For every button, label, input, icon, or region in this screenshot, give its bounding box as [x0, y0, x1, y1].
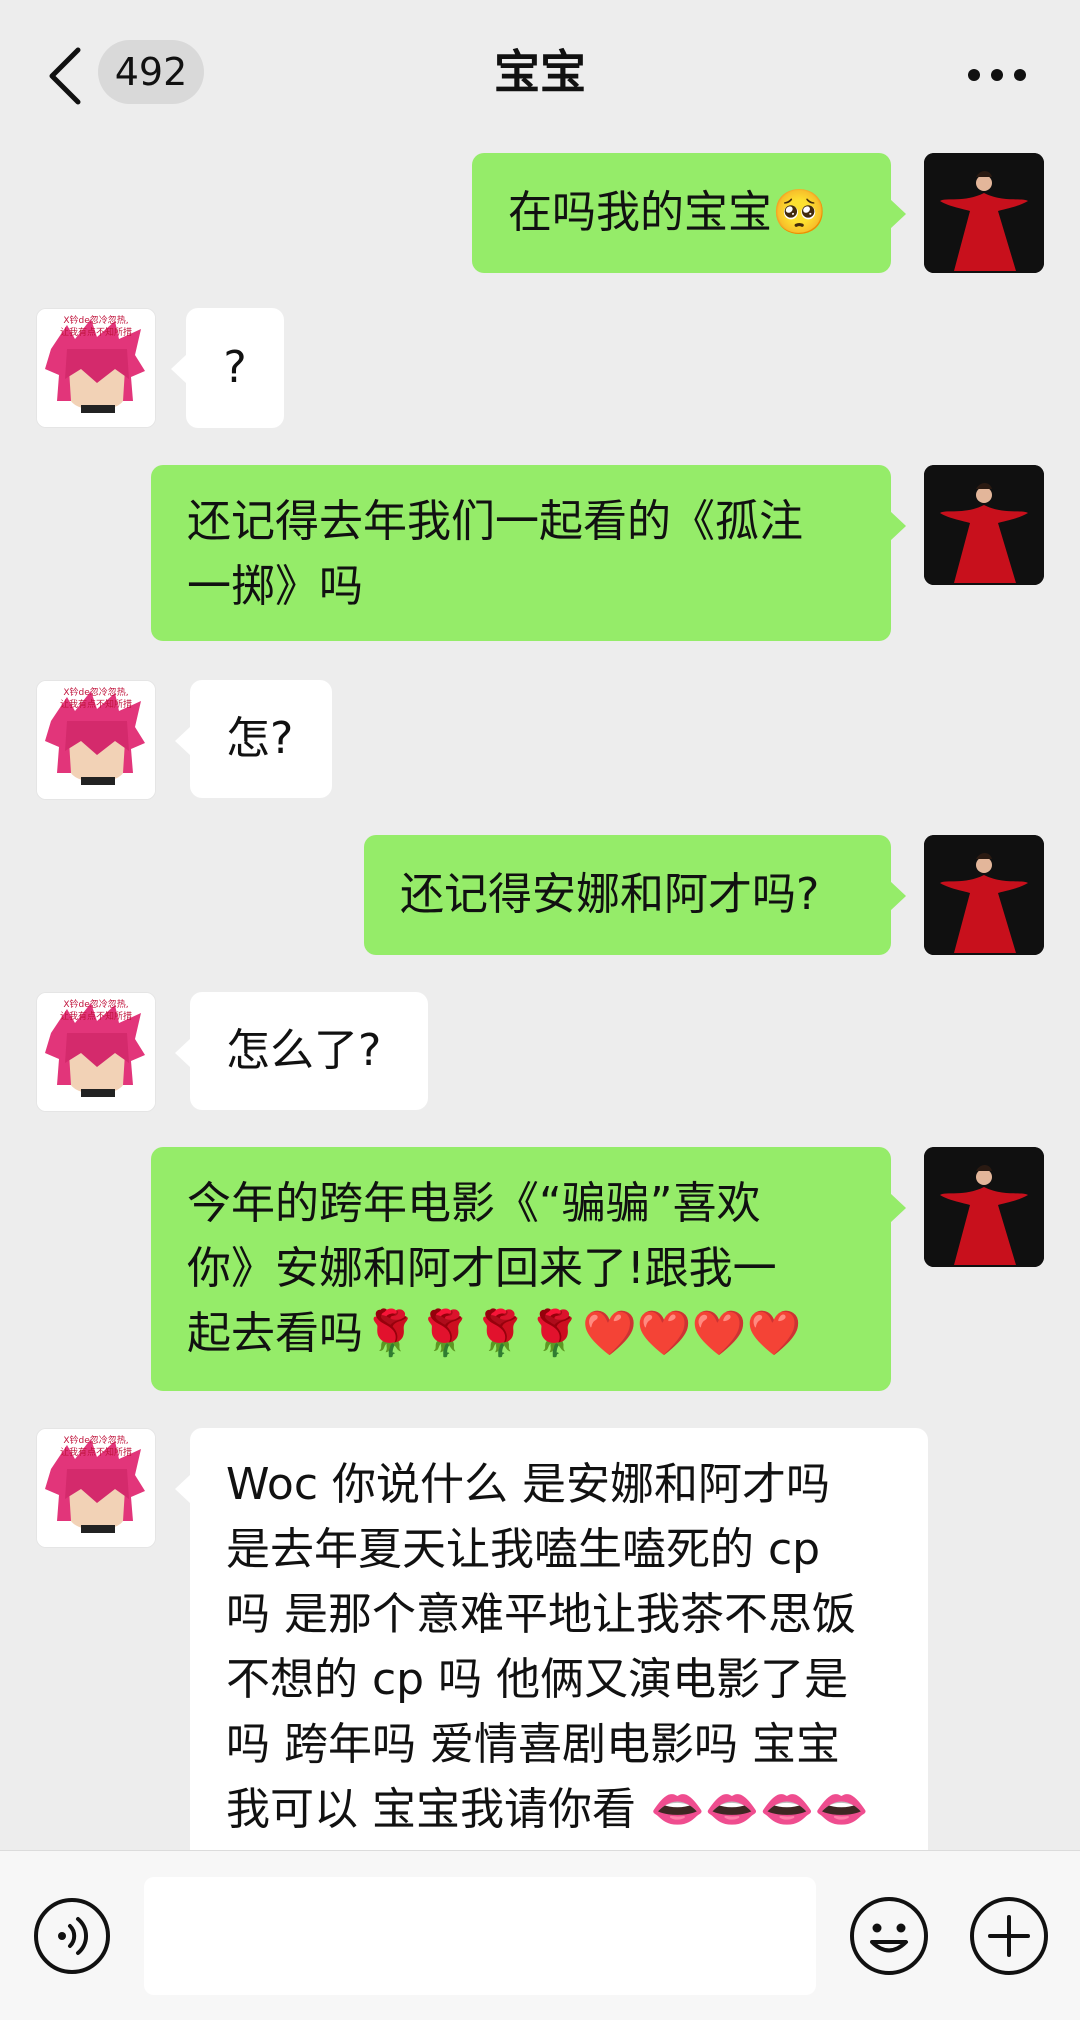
svg-text:让我有点不知所措: 让我有点不知所措	[60, 326, 132, 338]
svg-text:X钤de忽冷忽热,: X钤de忽冷忽热,	[63, 998, 128, 1010]
my-avatar[interactable]	[924, 465, 1044, 585]
message-text: 今年的跨年电影《“骗骗”喜欢 你》安娜和阿才回来了!跟我一 起去看吗🌹🌹🌹🌹❤️…	[187, 1178, 802, 1359]
svg-text:让我有点不知所措: 让我有点不知所措	[60, 1010, 132, 1022]
more-icon-dot	[991, 69, 1003, 81]
message-text: Woc 你说什么 是安娜和阿才吗 是去年夏天让我嗑生嗑死的 cp 吗 是那个意难…	[226, 1459, 870, 1835]
my-avatar[interactable]	[924, 1147, 1044, 1267]
message-input[interactable]	[144, 1877, 816, 1995]
message-text: 还记得去年我们一起看的《孤注 一掷》吗	[187, 496, 803, 612]
svg-text:让我有点不知所措: 让我有点不知所措	[60, 1446, 132, 1458]
message-text: ?	[223, 342, 247, 393]
message-text: 在吗我的宝宝🥺	[508, 187, 827, 238]
contact-avatar[interactable]: X钤de忽冷忽热, 让我有点不知所措	[36, 992, 156, 1112]
unread-count-badge[interactable]: 492	[98, 40, 204, 104]
back-button[interactable]	[44, 44, 84, 108]
more-button[interactable]	[962, 55, 1032, 95]
message-text: 还记得安娜和阿才吗?	[400, 869, 820, 920]
message-bubble-sent[interactable]: 今年的跨年电影《“骗骗”喜欢 你》安娜和阿才回来了!跟我一 起去看吗🌹🌹🌹🌹❤️…	[151, 1147, 906, 1391]
svg-text:X钤de忽冷忽热,: X钤de忽冷忽热,	[63, 1434, 128, 1446]
my-avatar[interactable]	[924, 835, 1044, 955]
emoji-button[interactable]	[848, 1895, 928, 1975]
contact-avatar[interactable]: X钤de忽冷忽热, 让我有点不知所措	[36, 680, 156, 800]
more-icon-dot	[1014, 69, 1026, 81]
back-chevron-icon	[49, 47, 81, 105]
message-bubble-sent[interactable]: 还记得去年我们一起看的《孤注 一掷》吗	[151, 465, 906, 641]
message-bubble-received[interactable]: ?	[171, 308, 284, 428]
contact-avatar[interactable]: X钤de忽冷忽热, 让我有点不知所措	[36, 308, 156, 428]
message-bubble-sent[interactable]: 还记得安娜和阿才吗?	[364, 835, 906, 955]
message-text: 怎么了?	[226, 1025, 382, 1076]
voice-icon	[34, 1898, 110, 1974]
contact-avatar[interactable]: X钤de忽冷忽热, 让我有点不知所措	[36, 1428, 156, 1548]
plus-icon	[970, 1897, 1048, 1975]
svg-text:让我有点不知所措: 让我有点不知所措	[60, 698, 132, 710]
voice-button[interactable]	[32, 1896, 112, 1976]
message-bubble-received[interactable]: 怎么了?	[175, 992, 428, 1110]
svg-text:X钤de忽冷忽热,: X钤de忽冷忽热,	[63, 686, 128, 698]
chat-header: 492 宝宝	[0, 0, 1080, 146]
message-bubble-sent[interactable]: 在吗我的宝宝🥺	[472, 153, 906, 273]
message-bubble-received[interactable]: Woc 你说什么 是安娜和阿才吗 是去年夏天让我嗑生嗑死的 cp 吗 是那个意难…	[175, 1428, 928, 1858]
emoji-icon	[850, 1897, 928, 1975]
more-icon	[968, 69, 980, 81]
message-bubble-received[interactable]: 怎?	[175, 680, 332, 798]
chat-input-bar	[0, 1850, 1080, 2020]
message-text: 怎?	[226, 713, 294, 764]
my-avatar[interactable]	[924, 153, 1044, 273]
svg-text:X钤de忽冷忽热,: X钤de忽冷忽热,	[63, 314, 128, 326]
plus-button[interactable]	[968, 1895, 1048, 1975]
